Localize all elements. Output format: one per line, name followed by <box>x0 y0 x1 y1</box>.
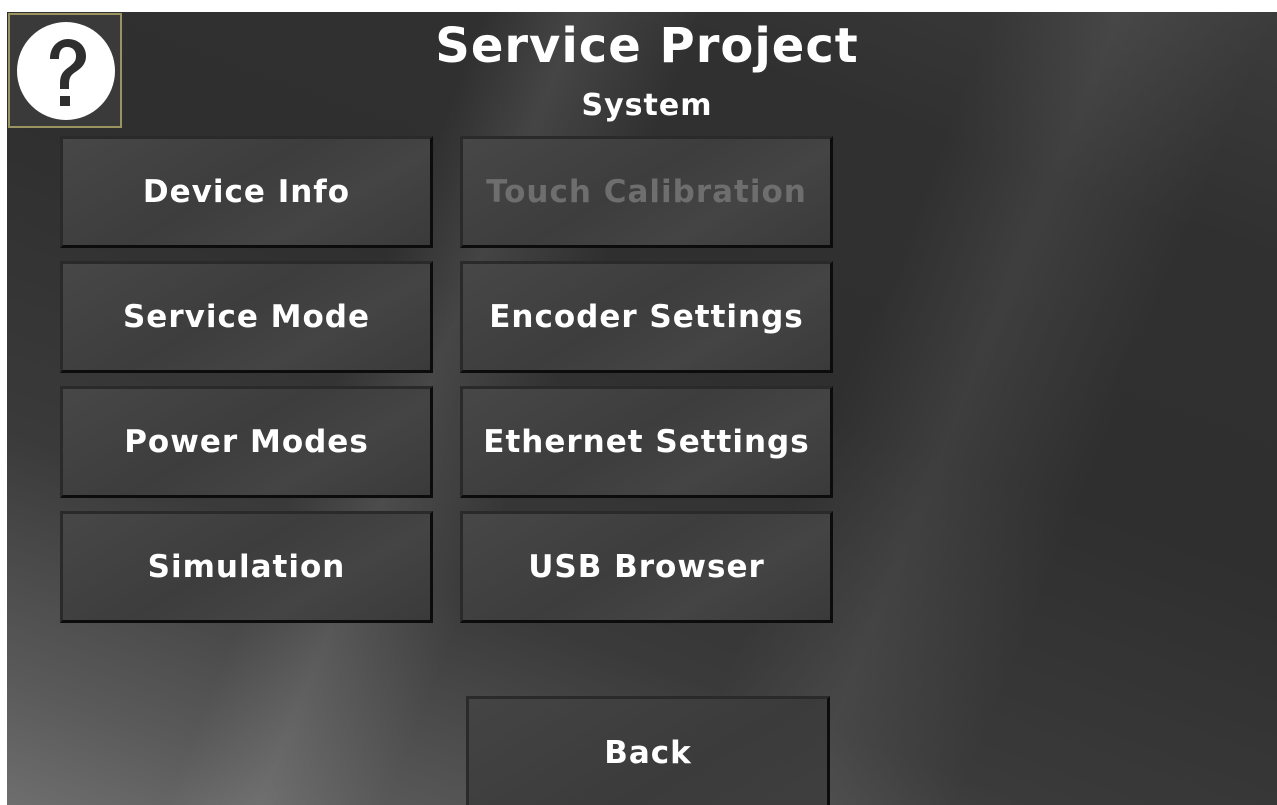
power-modes-button[interactable]: Power Modes <box>60 386 433 498</box>
ethernet-settings-button[interactable]: Ethernet Settings <box>460 386 833 498</box>
back-button[interactable]: Back <box>466 696 830 805</box>
service-mode-button[interactable]: Service Mode <box>60 261 433 373</box>
device-info-button[interactable]: Device Info <box>60 136 433 248</box>
service-project-screen: Service Project System Device Info Touch… <box>7 12 1277 805</box>
page-subtitle: System <box>581 88 713 123</box>
simulation-button[interactable]: Simulation <box>60 511 433 623</box>
usb-browser-button[interactable]: USB Browser <box>460 511 833 623</box>
encoder-settings-button[interactable]: Encoder Settings <box>460 261 833 373</box>
touch-calibration-button[interactable]: Touch Calibration <box>460 136 833 248</box>
page-title: Service Project <box>435 18 859 74</box>
